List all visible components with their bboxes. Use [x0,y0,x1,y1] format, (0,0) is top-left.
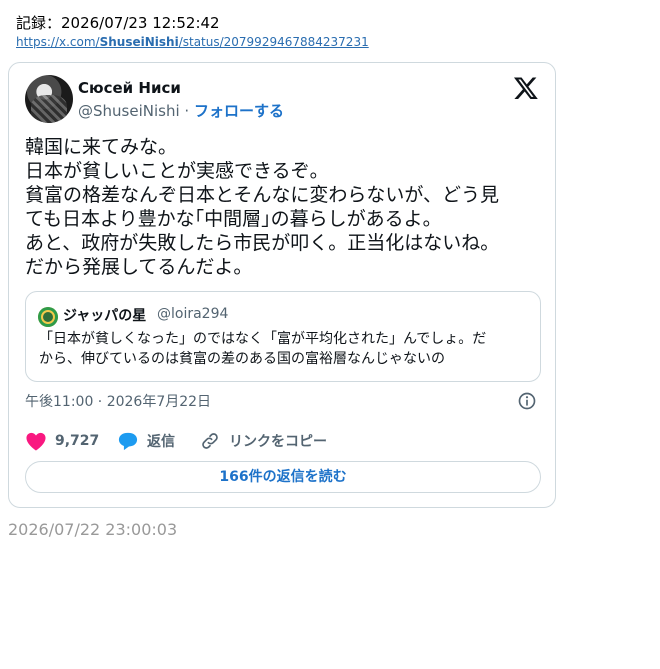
quote-line: から、伸びているのは貧富の差のある国の富裕層なんじゃないの [39,351,445,367]
quote-avatar [38,307,58,327]
tweet-card: Сюсей Ниси @ShuseiNishi · フォローする 韓国に来てみな… [8,62,556,508]
read-replies-button[interactable]: 166件の返信を読む [25,461,541,493]
quote-text: 「日本が貧しくなった」のではなく「富が平均化された」んでしょ。だ から、伸びてい… [39,329,533,369]
like-button[interactable]: 9,727 [25,431,99,451]
footer-timestamp: 2026/07/22 23:00:03 [8,520,178,539]
tweet-line: 貧富の格差なんぞ日本とそんなに変わらないが、どう見 [25,184,500,206]
tweet-timestamp[interactable]: 午後11:00 · 2026年7月22日 [25,391,211,411]
quote-display-name: ジャッパの星 [63,308,147,324]
tweet-line: 韓国に来てみな。 [25,136,178,158]
tweet-line: だから発展してるんだよ。 [25,256,253,278]
source-link-user: ShuseiNishi [99,35,179,49]
x-logo-icon[interactable] [513,75,539,101]
quote-line: 「日本が貧しくなった」のではなく「富が平均化された」んでしょ。だ [39,331,487,347]
copy-link-button[interactable]: リンクをコピー [199,431,327,451]
follow-button[interactable]: フォローする [194,102,284,120]
copy-link-label: リンクをコピー [229,434,327,450]
tweet-text: 韓国に来てみな。 日本が貧しいことが実感できるぞ。 貧富の格差なんぞ日本とそんな… [25,135,535,279]
quote-handle: @loira294 [157,306,229,322]
tweet-line: あと、政府が失敗したら市民が叩く。正当化はないね。 [25,232,500,254]
avatar[interactable] [25,75,73,123]
reply-bubble-icon [118,432,138,451]
handle-row: @ShuseiNishi · フォローする [78,100,284,121]
display-name[interactable]: Сюсей Ниси [78,79,181,97]
tweet-line: 日本が貧しいことが実感できるぞ。 [25,160,329,182]
like-count: 9,727 [55,433,100,449]
separator: · [184,102,190,120]
tweet-line: ても日本より豊かな｢中間層｣の暮らしがあるよ。 [25,208,442,230]
info-icon[interactable] [517,391,537,411]
source-link-prefix: https://x.com/ [16,35,100,49]
handle[interactable]: @ShuseiNishi [78,102,180,120]
reply-button[interactable]: 返信 [117,431,175,451]
heart-icon [26,432,46,451]
record-timestamp: 記録：2026/07/23 12:52:42 [16,14,220,32]
source-link-suffix: /status/2079929467884237231 [178,35,369,49]
link-icon [202,433,218,449]
reply-label: 返信 [147,434,175,450]
quoted-tweet[interactable]: ジャッパの星 @loira294 「日本が貧しくなった」のではなく「富が平均化さ… [25,291,541,382]
source-link[interactable]: https://x.com/ShuseiNishi/status/2079929… [16,35,369,49]
